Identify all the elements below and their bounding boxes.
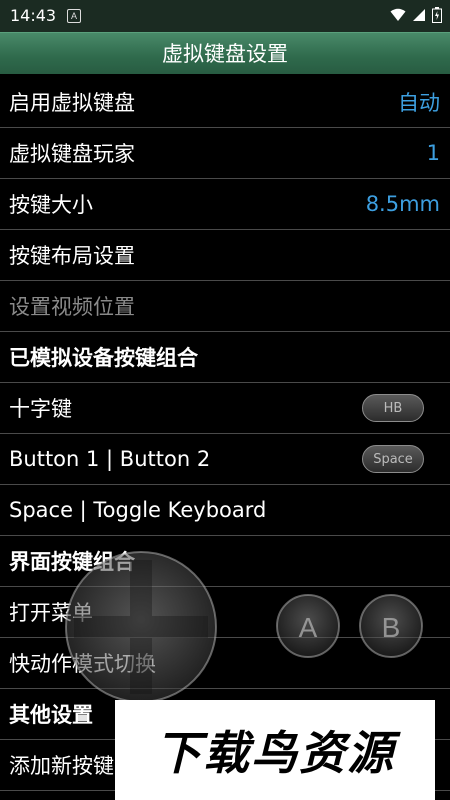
setting-label: 按键布局设置 xyxy=(9,244,135,268)
key-badge: Space xyxy=(362,445,424,473)
combo-label: 打开菜单 xyxy=(9,601,93,625)
page-title: 虚拟键盘设置 xyxy=(162,42,288,66)
combo-dpad[interactable]: 十字键 HB xyxy=(0,383,450,434)
setting-enable-virtual-keyboard[interactable]: 启用虚拟键盘 自动 xyxy=(0,77,450,128)
setting-value: 1 xyxy=(426,141,440,165)
combo-space-toggle-keyboard[interactable]: Space | Toggle Keyboard xyxy=(0,485,450,536)
combo-label: Space | Toggle Keyboard xyxy=(9,498,267,522)
setting-value: 自动 xyxy=(398,91,440,115)
setting-label: 启用虚拟键盘 xyxy=(9,91,135,115)
combo-label: Button 1 | Button 2 xyxy=(9,447,211,471)
title-bar: 虚拟键盘设置 xyxy=(0,32,450,74)
combo-fast-mode-toggle[interactable]: 快动作模式切换 xyxy=(0,638,450,689)
section-header-ui-combos: 界面按键组合 xyxy=(0,536,450,587)
section-title: 界面按键组合 xyxy=(9,550,135,574)
notification-icon: A xyxy=(67,9,81,23)
combo-button1-button2[interactable]: Button 1 | Button 2 Space xyxy=(0,434,450,485)
key-badge: HB xyxy=(362,394,424,422)
settings-list: 启用虚拟键盘 自动 虚拟键盘玩家 1 按键大小 8.5mm 按键布局设置 设置视… xyxy=(0,77,450,791)
watermark-banner: 下载鸟资源 xyxy=(115,700,435,800)
battery-icon xyxy=(432,7,442,23)
section-title: 其他设置 xyxy=(9,703,93,727)
watermark-text: 下载鸟资源 xyxy=(155,726,395,780)
setting-label: 虚拟键盘玩家 xyxy=(9,142,135,166)
setting-key-size[interactable]: 按键大小 8.5mm xyxy=(0,179,450,230)
section-header-emulated-combos: 已模拟设备按键组合 xyxy=(0,332,450,383)
setting-value: 8.5mm xyxy=(365,192,440,216)
setting-label: 按键大小 xyxy=(9,193,93,217)
status-time: 14:43 xyxy=(10,6,57,25)
status-icons xyxy=(390,7,442,23)
signal-icon xyxy=(413,9,425,21)
combo-label: 快动作模式切换 xyxy=(9,652,156,676)
status-bar: 14:43 A xyxy=(0,0,450,32)
combo-label: 十字键 xyxy=(9,397,72,421)
setting-label: 设置视频位置 xyxy=(9,295,135,319)
section-title: 已模拟设备按键组合 xyxy=(9,346,198,370)
wifi-icon xyxy=(390,8,406,21)
setting-video-position: 设置视频位置 xyxy=(0,281,450,332)
setting-virtual-keyboard-player[interactable]: 虚拟键盘玩家 1 xyxy=(0,128,450,179)
combo-open-menu[interactable]: 打开菜单 xyxy=(0,587,450,638)
setting-key-layout[interactable]: 按键布局设置 xyxy=(0,230,450,281)
